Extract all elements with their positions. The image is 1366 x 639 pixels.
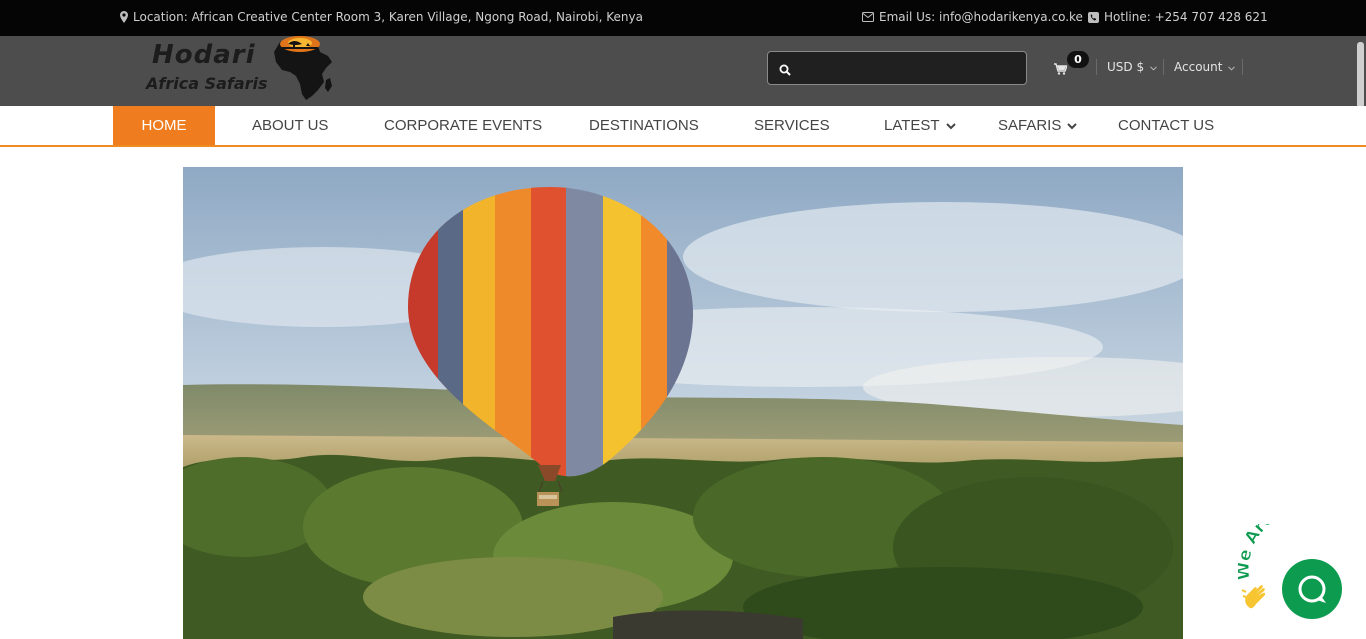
- chevron-down-icon: [1228, 60, 1236, 74]
- chevron-down-icon: [1150, 60, 1157, 74]
- search-input[interactable]: [798, 56, 1018, 80]
- nav-contact-us[interactable]: CONTACT US: [1118, 106, 1214, 145]
- nav-latest[interactable]: LATEST: [884, 106, 956, 145]
- search-icon[interactable]: [779, 61, 791, 80]
- waving-hand-icon: [1240, 582, 1274, 616]
- nav-home-label: HOME: [141, 117, 187, 134]
- logo-title: Hodari: [152, 40, 256, 70]
- main-navigation: HOME ABOUT US CORPORATE EVENTS DESTINATI…: [0, 106, 1366, 147]
- nav-corporate-events[interactable]: CORPORATE EVENTS: [384, 106, 542, 145]
- hotline-text[interactable]: Hotline: +254 707 428 621: [1104, 10, 1268, 24]
- account-label: Account: [1174, 60, 1223, 74]
- nav-safaris-label: SAFARIS: [998, 117, 1062, 134]
- page-scrollbar[interactable]: [1355, 40, 1366, 110]
- header-divider: [1163, 59, 1164, 75]
- cart-count-badge: 0: [1067, 51, 1089, 68]
- chat-widget[interactable]: We Are Here!: [1233, 496, 1366, 639]
- email-text[interactable]: Email Us: info@hodarikenya.co.ke: [879, 10, 1083, 24]
- nav-about-us[interactable]: ABOUT US: [252, 106, 328, 145]
- hotline-info[interactable]: Hotline: +254 707 428 621: [1088, 10, 1268, 24]
- chat-button[interactable]: [1282, 559, 1342, 619]
- phone-icon: [1088, 11, 1099, 23]
- header-divider: [1096, 59, 1097, 75]
- currency-label: USD $: [1107, 60, 1145, 74]
- chevron-down-icon: [1067, 106, 1078, 145]
- africa-map-icon: [274, 36, 332, 100]
- email-info[interactable]: Email Us: info@hodarikenya.co.ke: [862, 10, 1083, 24]
- envelope-icon: [862, 12, 874, 22]
- nav-destinations-label: DESTINATIONS: [589, 117, 699, 134]
- site-header: Hodari Africa Safaris 0 USD $ Account: [0, 36, 1366, 106]
- hot-air-balloon-landscape: [183, 167, 1183, 639]
- nav-about-us-label: ABOUT US: [252, 117, 329, 134]
- scrollbar-thumb[interactable]: [1357, 42, 1364, 108]
- account-menu[interactable]: Account: [1174, 60, 1236, 74]
- header-divider: [1242, 59, 1243, 75]
- chat-bubble-icon: [1297, 574, 1327, 608]
- logo-subtitle: Africa Safaris: [146, 74, 268, 93]
- nav-destinations[interactable]: DESTINATIONS: [589, 106, 699, 145]
- currency-selector[interactable]: USD $: [1107, 60, 1157, 74]
- nav-safaris[interactable]: SAFARIS: [998, 106, 1078, 145]
- shopping-cart-icon[interactable]: [1054, 60, 1069, 79]
- nav-latest-label: LATEST: [884, 117, 940, 134]
- site-logo[interactable]: Hodari Africa Safaris: [146, 36, 336, 106]
- map-marker-icon: [120, 11, 128, 23]
- nav-home[interactable]: HOME: [113, 106, 215, 145]
- nav-corporate-events-label: CORPORATE EVENTS: [384, 117, 543, 134]
- location-text: Location: African Creative Center Room 3…: [133, 10, 643, 24]
- nav-services-label: SERVICES: [754, 117, 830, 134]
- search-box[interactable]: [767, 51, 1027, 85]
- hero-banner-image: [183, 167, 1183, 639]
- chevron-down-icon: [945, 106, 956, 145]
- top-info-bar: Location: African Creative Center Room 3…: [0, 0, 1366, 36]
- nav-contact-us-label: CONTACT US: [1118, 117, 1215, 134]
- location-info: Location: African Creative Center Room 3…: [120, 10, 643, 24]
- nav-services[interactable]: SERVICES: [754, 106, 830, 145]
